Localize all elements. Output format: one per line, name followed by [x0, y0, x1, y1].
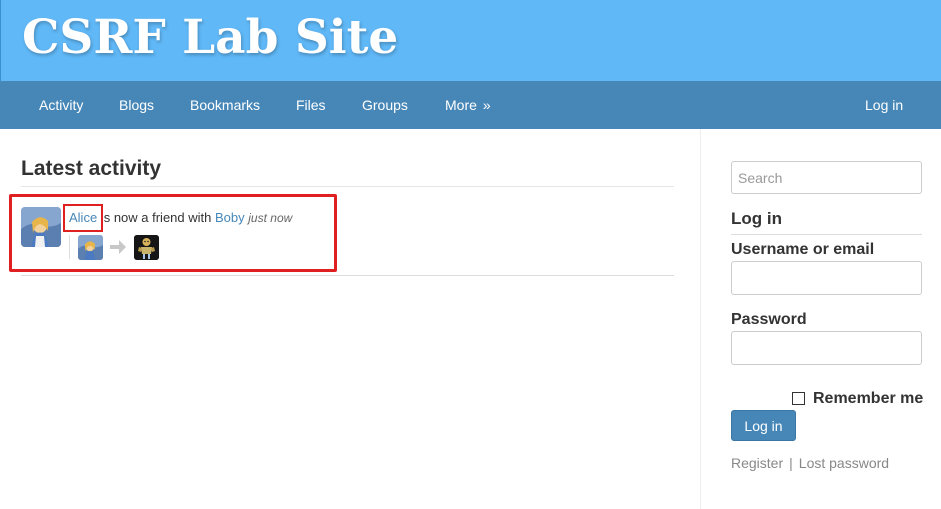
site-header: CSRF Lab Site: [0, 0, 941, 81]
lost-password-link[interactable]: Lost password: [799, 455, 889, 471]
nav-item-files[interactable]: Files: [296, 81, 326, 129]
nav-more-label: More: [445, 97, 477, 113]
login-divider: [731, 234, 922, 235]
username-label: Username or email: [731, 241, 875, 258]
nav-item-blogs[interactable]: Blogs: [119, 81, 154, 129]
remember-me-checkbox[interactable]: [792, 392, 805, 405]
nav-login-link[interactable]: Log in: [865, 81, 903, 129]
activity-divider: [21, 275, 674, 276]
heading-divider: [21, 186, 674, 187]
page-title: Latest activity: [21, 157, 162, 180]
account-links: Register | Lost password: [731, 455, 889, 471]
password-field[interactable]: [731, 331, 922, 365]
nav-item-groups[interactable]: Groups: [362, 81, 408, 129]
register-link[interactable]: Register: [731, 455, 783, 471]
link-separator: |: [789, 455, 793, 471]
login-button[interactable]: Log in: [731, 410, 796, 441]
username-field[interactable]: [731, 261, 922, 295]
password-label: Password: [731, 311, 807, 328]
subject-highlight: [63, 204, 103, 232]
nav-item-activity[interactable]: Activity: [39, 81, 83, 129]
nav-item-more[interactable]: More »: [445, 81, 491, 129]
nav-item-bookmarks[interactable]: Bookmarks: [190, 81, 260, 129]
main-nav: Activity Blogs Bookmarks Files Groups Mo…: [0, 81, 941, 129]
activity-highlight: [9, 194, 337, 272]
site-title[interactable]: CSRF Lab Site: [22, 10, 398, 65]
sidebar-divider: [700, 129, 701, 509]
remember-me-label[interactable]: Remember me: [813, 390, 923, 408]
search-input[interactable]: [731, 161, 922, 194]
login-heading: Log in: [731, 209, 782, 228]
chevron-right-icon: »: [482, 97, 491, 113]
